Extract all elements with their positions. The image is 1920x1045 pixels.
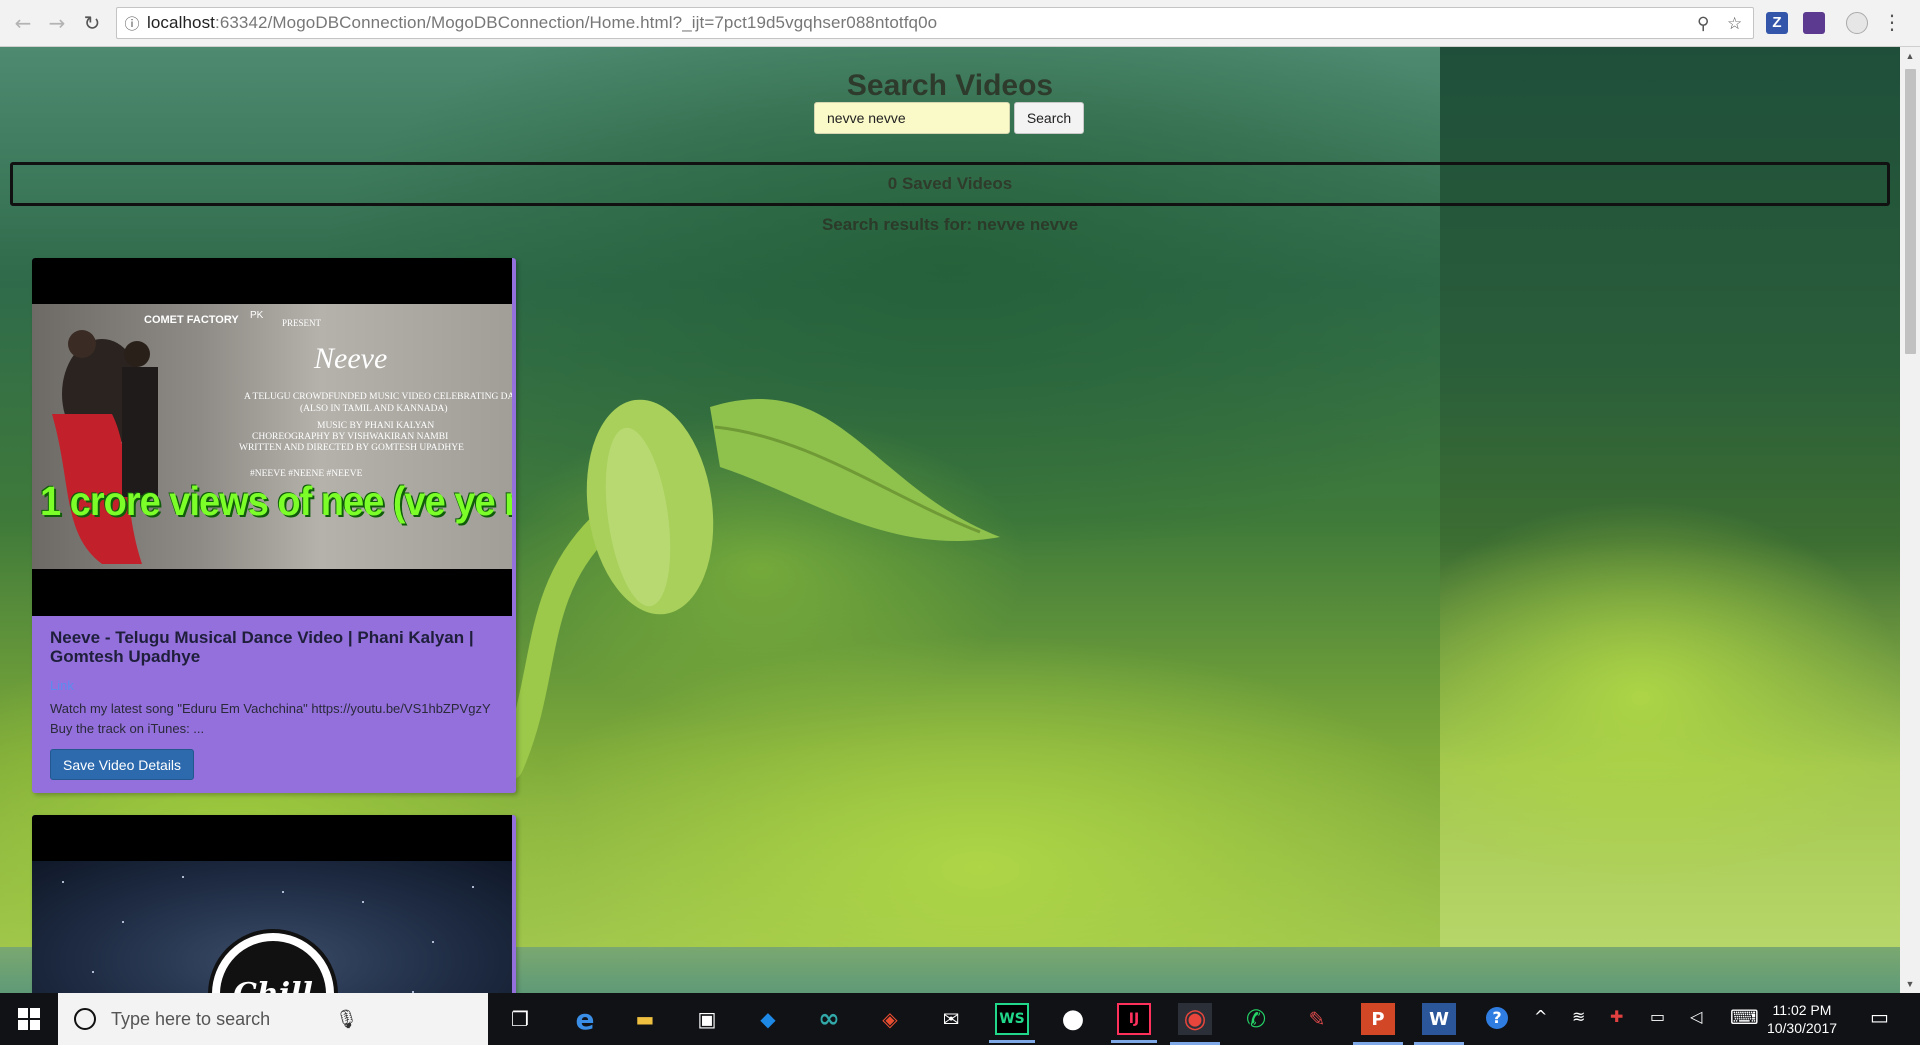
url-host: localhost: [147, 13, 215, 32]
browser-toolbar: ← → ↻ ⓘ localhost:63342/MogoDBConnection…: [0, 0, 1920, 47]
notification-icon[interactable]: ▭: [1870, 1005, 1889, 1029]
taskbar-search-placeholder: Type here to search: [111, 1008, 271, 1029]
url-text[interactable]: localhost:63342/MogoDBConnection/MogoDBC…: [147, 13, 937, 33]
star: [472, 886, 474, 888]
chill-logo-text: Chill: [220, 941, 326, 993]
scroll-thumb[interactable]: [1905, 69, 1916, 354]
thumbnail-credit-3: WRITTEN AND DIRECTED BY GOMTESH UPADHYE: [239, 443, 464, 453]
address-bar[interactable]: ⓘ localhost:63342/MogoDBConnection/MogoD…: [116, 7, 1754, 39]
webstorm-icon[interactable]: WS: [989, 1003, 1035, 1043]
dancers-image: [52, 330, 158, 564]
task-view-icon[interactable]: ❐: [503, 1003, 537, 1035]
github-icon[interactable]: ●: [1056, 1003, 1090, 1035]
video-thumbnail[interactable]: COMET FACTORY PK PRESENT Neeve A TELUGU …: [32, 258, 512, 616]
video-card: COMET FACTORY PK PRESENT Neeve A TELUGU …: [32, 258, 516, 793]
thumbnail-image: Chill: [32, 861, 512, 993]
wifi-icon[interactable]: ≋: [1572, 1007, 1585, 1026]
video-title: Neeve - Telugu Musical Dance Video | Pha…: [50, 628, 474, 666]
page-title: Search Videos: [846, 69, 1054, 102]
volume-muted-icon[interactable]: ◁: [1690, 1007, 1702, 1026]
windows-taskbar: Type here to search 🎙 ❐ e ▬ ▣ ◆ ∞ ◈ ✉ WS…: [0, 993, 1920, 1045]
zotero-extension-icon[interactable]: Z: [1766, 12, 1788, 34]
bookmark-star-icon[interactable]: ☆: [1727, 14, 1742, 34]
file-explorer-icon[interactable]: ▬: [628, 1003, 662, 1035]
thumbnail-hashtags: #NEEVE #NEENE #NEEVE: [250, 469, 363, 479]
star: [282, 891, 284, 893]
thumbnail-image: COMET FACTORY PK PRESENT Neeve A TELUGU …: [32, 304, 512, 569]
save-video-details-button[interactable]: Save Video Details: [50, 749, 195, 780]
paint-icon[interactable]: ✎: [1300, 1003, 1334, 1035]
url-path: :63342/MogoDBConnection/MogoDBConnection…: [215, 13, 938, 32]
mail-icon[interactable]: ✉: [934, 1003, 968, 1035]
edge-icon[interactable]: e: [568, 1003, 602, 1036]
video-description: Watch my latest song "Eduru Em Vachchina…: [50, 701, 491, 736]
video-link[interactable]: Link: [50, 678, 498, 693]
arduino-icon[interactable]: ∞: [812, 1003, 846, 1035]
star: [62, 881, 64, 883]
thumbnail-line-1: A TELUGU CROWDFUNDED MUSIC VIDEO CELEBRA…: [244, 392, 512, 402]
chevron-up-icon[interactable]: ^: [1534, 1007, 1547, 1026]
clock-time: 11:02 PM: [1772, 1002, 1832, 1018]
forward-icon[interactable]: →: [44, 10, 70, 36]
help-icon[interactable]: ?: [1486, 1007, 1508, 1029]
video-thumbnail[interactable]: Chill: [32, 815, 512, 993]
scroll-down-icon[interactable]: ▼: [1900, 979, 1920, 989]
search-input[interactable]: [814, 102, 1010, 134]
ghost-extension-icon[interactable]: [1846, 12, 1868, 34]
git-icon[interactable]: ◈: [873, 1003, 907, 1035]
page-scrollbar[interactable]: ▲ ▼: [1900, 47, 1920, 993]
page-viewport: Search Videos Search 0 Saved Videos Sear…: [0, 47, 1900, 993]
whatsapp-icon[interactable]: ✆: [1239, 1003, 1273, 1035]
search-button[interactable]: Search: [1014, 102, 1084, 134]
video-card: Chill: [32, 815, 516, 993]
shield-extension-icon[interactable]: [1803, 12, 1825, 34]
clock-date: 10/30/2017: [1766, 1020, 1838, 1036]
reload-icon[interactable]: ↻: [79, 10, 105, 36]
thumbnail-producer: COMET FACTORY: [144, 314, 239, 326]
star: [182, 876, 184, 878]
gift-icon[interactable]: ✚: [1610, 1007, 1623, 1026]
star: [432, 941, 434, 943]
back-icon[interactable]: ←: [10, 10, 36, 36]
cortana-icon: [74, 1008, 96, 1030]
saved-videos-count: 0 Saved Videos: [10, 162, 1890, 206]
site-info-icon[interactable]: ⓘ: [117, 13, 147, 34]
chrome-icon[interactable]: ◉: [1170, 1003, 1220, 1045]
scroll-up-icon[interactable]: ▲: [1900, 51, 1920, 61]
video-card-body: Neeve - Telugu Musical Dance Video | Pha…: [32, 616, 516, 780]
thumbnail-credit-2: CHOREOGRAPHY BY VISHWAKIRAN NAMBI: [252, 432, 449, 442]
start-button[interactable]: [0, 993, 58, 1045]
search-results-heading: Search results for: nevve nevve: [821, 215, 1079, 234]
windows-logo-icon: [18, 1008, 40, 1030]
powerpoint-icon[interactable]: P: [1353, 1003, 1403, 1045]
thumbnail-co-producer: PK: [250, 310, 264, 321]
star: [92, 971, 94, 973]
chill-logo: Chill: [208, 929, 338, 993]
thumbnail-overlay-text: 1 crore views of nee (ve ye ne): [40, 479, 512, 525]
thumbnail-line-2: (ALSO IN TAMIL AND KANNADA): [300, 404, 448, 414]
dropbox-icon[interactable]: ◆: [751, 1003, 785, 1035]
keyboard-icon[interactable]: ⌨: [1730, 1005, 1759, 1029]
browser-menu-icon[interactable]: ⋮: [1882, 11, 1902, 33]
star: [362, 901, 364, 903]
store-icon[interactable]: ▣: [690, 1003, 724, 1035]
zoom-icon[interactable]: ⚲: [1697, 14, 1709, 34]
taskbar-search-box[interactable]: Type here to search 🎙: [58, 993, 488, 1045]
thumbnail-present: PRESENT: [282, 318, 322, 328]
thumbnail-credit-1: MUSIC BY PHANI KALYAN: [317, 421, 435, 431]
word-icon[interactable]: W: [1414, 1003, 1464, 1045]
battery-icon[interactable]: ▭: [1650, 1007, 1665, 1026]
intellij-icon[interactable]: IJ: [1111, 1003, 1157, 1043]
star: [122, 921, 124, 923]
taskbar-clock[interactable]: 11:02 PM 10/30/2017: [1766, 1001, 1838, 1037]
sprout-background-image: [510, 398, 1000, 780]
microphone-icon[interactable]: 🎙: [335, 1009, 358, 1030]
thumbnail-song-name: Neeve: [314, 342, 388, 375]
